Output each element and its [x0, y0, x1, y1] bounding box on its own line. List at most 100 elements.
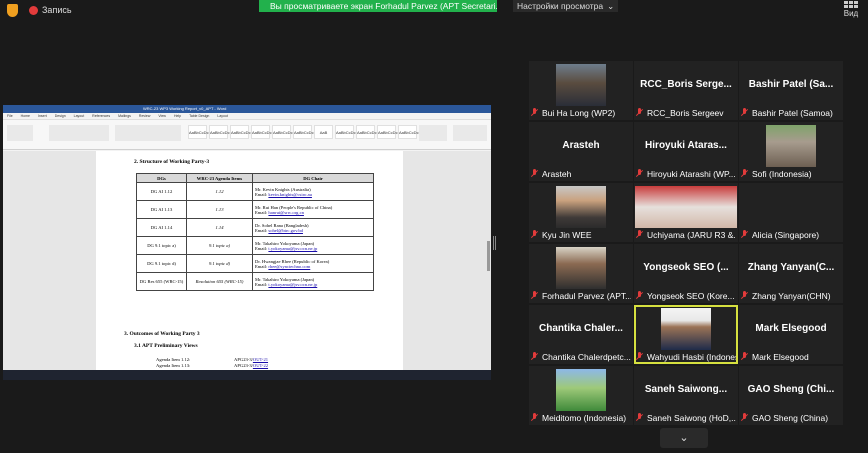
participant-video: [556, 247, 606, 289]
participant-tile[interactable]: Zhang Yanyan(C... Zhang Yanyan(CHN): [739, 244, 843, 303]
table-header-chair: DG Chair: [252, 173, 374, 183]
participant-display-name: Saneh Saiwong...: [644, 384, 728, 395]
table-row: DG 9.1 topic d) 9.1 topic d) Dr. Hwangjae …: [136, 254, 374, 273]
agenda-item-cell: 1.12: [186, 182, 253, 201]
mic-muted-icon: [741, 169, 748, 178]
participant-name-label: Kyu Jin WEE: [531, 229, 631, 240]
participant-tile[interactable]: Chantika Chaler... Chantika Chalerdpetc..…: [529, 305, 633, 364]
participant-name-label: Uchiyama (JARU R3 &...: [636, 229, 736, 240]
participant-tile[interactable]: Kyu Jin WEE: [529, 183, 633, 242]
email-link[interactable]: kevin.knights@csiro.au: [268, 192, 312, 197]
participant-tile[interactable]: Hiroyuki Ataras... Hiroyuki Atarashi (WP.…: [634, 122, 738, 181]
style-preset[interactable]: AaBbCcDc: [272, 125, 293, 139]
participant-name-label: Wahyudi Hasbi (Indonesi...: [636, 351, 736, 362]
document-page: 2. Structure of Working Party-3 DGs WRC-…: [96, 151, 403, 380]
participant-tile[interactable]: Sofi (Indonesia): [739, 122, 843, 181]
word-menu-item[interactable]: Mailings: [118, 114, 131, 118]
word-menu-item[interactable]: File: [7, 114, 13, 118]
style-preset[interactable]: AaBbCcDc: [398, 125, 419, 139]
table-header-dgs: DGs: [136, 173, 187, 183]
dg-cell: DG Res 655 (WRC-15): [136, 272, 187, 291]
participant-name-label: Arasteh: [531, 168, 631, 179]
participant-tile[interactable]: GAO Sheng (Chi... GAO Sheng (China): [739, 366, 843, 425]
dg-cell: DG AI 1.12: [136, 182, 187, 201]
participant-tile[interactable]: Wahyudi Hasbi (Indonesi...: [634, 305, 738, 364]
word-menu-item[interactable]: Review: [139, 114, 150, 118]
mic-muted-icon: [636, 413, 643, 422]
style-preset[interactable]: AaBbCcDc: [335, 125, 356, 139]
shield-icon[interactable]: [7, 4, 18, 17]
table-row: DG 9.1 topic a) 9.1 topic a) Mr. Takahiro …: [136, 236, 374, 255]
shared-screen[interactable]: WRC-23 WP3 Working Report_v0_APT - Word …: [3, 105, 491, 380]
mic-muted-icon: [531, 352, 538, 361]
participant-tile[interactable]: Alicia (Singapore): [739, 183, 843, 242]
style-preset[interactable]: AaBbCcDc: [209, 125, 230, 139]
chevron-down-icon: ⌄: [607, 1, 615, 11]
word-menu-item[interactable]: Insert: [38, 114, 47, 118]
participant-name: Wahyudi Hasbi (Indonesi...: [647, 351, 736, 362]
participant-name-label: GAO Sheng (China): [741, 412, 841, 423]
word-menu-item[interactable]: Table Design: [189, 114, 209, 118]
participant-tile[interactable]: Forhadul Parvez (APT...: [529, 244, 633, 303]
mic-muted-icon: [741, 108, 748, 117]
paragraph-group: [115, 125, 181, 141]
dg-chair-cell: Dr. Hwangjae Rhee (Republic of Korea) Ema…: [252, 254, 374, 273]
table-row: DG Res 655 (WRC-15) Resolution 655 (WRC-1…: [136, 272, 374, 291]
word-menu-item[interactable]: References: [92, 114, 110, 118]
style-preset[interactable]: AaBbCcDc: [188, 125, 209, 139]
participant-name: Alicia (Singapore): [752, 229, 820, 240]
email-link[interactable]: hanrui@srrc.org.cn: [268, 210, 304, 215]
style-preset[interactable]: AaB: [314, 125, 333, 139]
word-ribbon: AaBbCcDc AaBbCcDc AaBbCcDc AaBbCcDc AaBbCcDc…: [3, 120, 491, 150]
email-link[interactable]: t.yokoyama@jsv.ocn.ne.jp: [268, 282, 317, 287]
word-menu-item[interactable]: Layout: [217, 114, 228, 118]
participant-tile[interactable]: Bashir Patel (Sa... Bashir Patel (Samoa): [739, 61, 843, 120]
style-preset[interactable]: AaBbCcDc: [356, 125, 377, 139]
participant-display-name: Chantika Chaler...: [539, 323, 623, 334]
split-resize-handle[interactable]: [493, 236, 496, 250]
participant-tile[interactable]: Uchiyama (JARU R3 &...: [634, 183, 738, 242]
participant-name: Chantika Chalerdpetc...: [542, 351, 631, 362]
participant-tile[interactable]: Yongseok SEO (... Yongseok SEO (Kore...: [634, 244, 738, 303]
table-row: DG AI 1.13 1.13 Mr. Rui Han (People's Repu…: [136, 200, 374, 219]
word-menu-item[interactable]: View: [158, 114, 166, 118]
word-menu-item[interactable]: Design: [55, 114, 66, 118]
participant-name: Saneh Saiwong (HoD,...: [647, 412, 736, 423]
style-preset[interactable]: AaBbCcDc: [377, 125, 398, 139]
participant-video: [556, 64, 606, 106]
email-link[interactable]: rhee@synctechno.com: [268, 264, 310, 269]
participant-tile[interactable]: Meiditomo (Indonesia): [529, 366, 633, 425]
participant-name: GAO Sheng (China): [752, 412, 829, 423]
table-header-agenda: WRC-23 Agenda Items: [186, 173, 253, 183]
participant-name-label: Chantika Chalerdpetc...: [531, 351, 631, 362]
participant-tile[interactable]: Arasteh Arasteh: [529, 122, 633, 181]
mic-muted-icon: [531, 413, 538, 422]
view-options-label: Настройки просмотра: [517, 1, 604, 11]
email-link[interactable]: t.yokoyama@jsv.ocn.ne.jp: [268, 246, 317, 251]
style-preset[interactable]: AaBbCcDc: [293, 125, 314, 139]
participant-name: RCC_Boris Sergeev: [647, 107, 724, 118]
view-button-label: Вид: [843, 9, 859, 18]
view-button[interactable]: Вид: [840, 1, 862, 18]
participant-tile[interactable]: Bui Ha Long (WP2): [529, 61, 633, 120]
mic-muted-icon: [531, 169, 538, 178]
word-menu-item[interactable]: Help: [174, 114, 181, 118]
word-menu-item[interactable]: Layout: [74, 114, 85, 118]
clipboard-group: [7, 125, 33, 141]
dg-cell: DG 9.1 topic a): [136, 236, 187, 255]
style-preset[interactable]: AaBbCcDc: [251, 125, 272, 139]
document-scrollbar[interactable]: [487, 241, 490, 271]
participant-tile[interactable]: Saneh Saiwong... Saneh Saiwong (HoD,...: [634, 366, 738, 425]
participant-video: [556, 369, 606, 411]
mic-muted-icon: [636, 352, 643, 361]
agenda-item-cell: 1.14: [186, 218, 253, 237]
chevron-down-icon[interactable]: ⌄: [660, 428, 708, 448]
view-options-button[interactable]: Настройки просмотра ⌄: [513, 0, 619, 12]
participant-tile[interactable]: Mark Elsegood Mark Elsegood: [739, 305, 843, 364]
word-menu-item[interactable]: Home: [21, 114, 30, 118]
participant-video: [661, 308, 711, 350]
participant-tile[interactable]: RCC_Boris Serge... RCC_Boris Sergeev: [634, 61, 738, 120]
participant-name: Bui Ha Long (WP2): [542, 107, 616, 118]
style-preset[interactable]: AaBbCcDc: [230, 125, 251, 139]
email-link[interactable]: sohel@btrc.gov.bd: [268, 228, 303, 233]
